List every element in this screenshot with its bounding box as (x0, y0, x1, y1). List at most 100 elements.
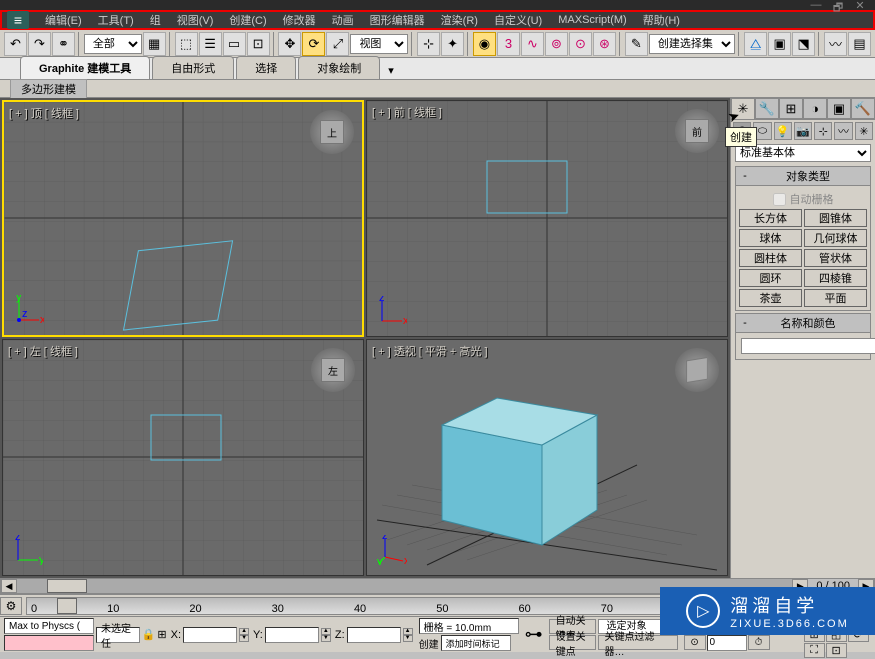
obj-cone-button[interactable]: 圆锥体 (804, 209, 867, 227)
menu-modifiers[interactable]: 修改器 (275, 12, 324, 28)
schematic-button[interactable]: ▤ (848, 32, 871, 56)
viewcube-front[interactable]: 前 (675, 109, 719, 153)
viewport-front-label[interactable]: [ + ] 前 [ 线框 ] (372, 104, 442, 120)
move-button[interactable]: ✥ (278, 32, 301, 56)
key-filter-button[interactable]: 关键点过滤器… (598, 635, 678, 650)
mirror-button[interactable]: ⧋ (744, 32, 767, 56)
ribbon-tab-paint[interactable]: 对象绘制 (298, 56, 380, 79)
snap-3-button[interactable]: ⊙ (569, 32, 592, 56)
abs-rel-icon[interactable]: ⊞ (157, 628, 166, 641)
cmd-tab-display[interactable]: ▣ (827, 98, 851, 119)
menu-animation[interactable]: 动画 (324, 12, 362, 28)
rollout-object-type-header[interactable]: -对象类型 (736, 167, 870, 186)
z-spin-down[interactable]: ▼ (403, 635, 413, 642)
menu-help[interactable]: 帮助(H) (635, 12, 688, 28)
viewcube-top[interactable]: 上 (310, 110, 354, 154)
menu-group[interactable]: 组 (142, 12, 169, 28)
menu-custom[interactable]: 自定义(U) (486, 12, 550, 28)
snap-toggle-button[interactable]: ◉ (473, 32, 496, 56)
rollout-name-color-header[interactable]: -名称和颜色 (736, 314, 870, 333)
subtab-spacewarps[interactable]: 〰 (834, 122, 852, 140)
add-time-marker[interactable]: 添加时间标记 (441, 635, 511, 651)
current-frame-input[interactable] (707, 635, 747, 651)
spinner-snap-button[interactable]: ⊚ (545, 32, 568, 56)
ribbon-subtab-polymodel[interactable]: 多边形建模 (10, 79, 87, 99)
cmd-tab-modify[interactable]: 🔧 (755, 98, 779, 119)
menu-tools[interactable]: 工具(T) (90, 12, 142, 28)
window-crossing-button[interactable]: ⊡ (247, 32, 270, 56)
menu-create[interactable]: 创建(C) (221, 12, 274, 28)
obj-plane-button[interactable]: 平面 (804, 289, 867, 307)
viewport-persp-label[interactable]: [ + ] 透视 [ 平滑 + 高光 ] (372, 343, 488, 359)
subtab-lights[interactable]: 💡 (774, 122, 792, 140)
y-spin-down[interactable]: ▼ (321, 635, 331, 642)
x-spin-up[interactable]: ▲ (239, 628, 249, 635)
viewport-top[interactable]: [ + ] 顶 [ 线框 ] 上 x y z (2, 100, 364, 337)
subtab-helpers[interactable]: ⊹ (814, 122, 832, 140)
app-icon[interactable]: ≡ (7, 11, 29, 29)
selection-filter-dropdown[interactable]: 全部 (84, 34, 142, 54)
obj-box-button[interactable]: 长方体 (739, 209, 802, 227)
rect-select-button[interactable]: ▭ (223, 32, 246, 56)
menu-edit[interactable]: 编辑(E) (37, 12, 90, 28)
set-key-button[interactable]: 设置关键点 (549, 635, 596, 650)
restore-button[interactable]: 🗗 (828, 0, 848, 11)
obj-tube-button[interactable]: 管状体 (804, 249, 867, 267)
obj-torus-button[interactable]: 圆环 (739, 269, 802, 287)
percent-snap-button[interactable]: ∿ (521, 32, 544, 56)
z-spin-up[interactable]: ▲ (403, 628, 413, 635)
cmd-tab-hierarchy[interactable]: ⊞ (779, 98, 803, 119)
curve-editor-button[interactable]: 〰 (824, 32, 847, 56)
minimize-button[interactable]: — (806, 0, 826, 11)
y-coord-input[interactable] (265, 627, 319, 643)
subtab-cameras[interactable]: 📷 (794, 122, 812, 140)
close-button[interactable]: ✕ (850, 0, 870, 11)
viewport-front[interactable]: [ + ] 前 [ 线框 ] 前 x z (366, 100, 728, 337)
y-spin-up[interactable]: ▲ (321, 628, 331, 635)
z-coord-input[interactable] (347, 627, 401, 643)
cmd-tab-utilities[interactable]: 🔨 (851, 98, 875, 119)
maximize-viewport-button[interactable]: ⛶ (804, 643, 825, 658)
align-button[interactable]: ▣ (768, 32, 791, 56)
filter-icon[interactable]: ▦ (143, 32, 166, 56)
viewport-perspective[interactable]: [ + ] 透视 [ 平滑 + 高光 ] x y z (366, 339, 728, 576)
obj-geosphere-button[interactable]: 几何球体 (804, 229, 867, 247)
time-config-button[interactable]: ⚙ (0, 597, 22, 615)
select-name-button[interactable]: ☰ (199, 32, 222, 56)
obj-pyramid-button[interactable]: 四棱锥 (804, 269, 867, 287)
scale-button[interactable]: ⤢ (326, 32, 349, 56)
lock-icon[interactable]: 🔒 (142, 628, 156, 641)
script-output[interactable] (4, 635, 94, 651)
obj-sphere-button[interactable]: 球体 (739, 229, 802, 247)
subtab-systems[interactable]: ✳ (855, 122, 873, 140)
angle-snap-button[interactable]: 3 (497, 32, 520, 56)
time-config-button-2[interactable]: ⏱ (748, 635, 770, 650)
object-name-input[interactable] (741, 338, 875, 354)
layer-button[interactable]: ⬔ (792, 32, 815, 56)
menu-maxscript[interactable]: MAXScript(M) (550, 14, 634, 26)
x-spin-down[interactable]: ▼ (239, 635, 249, 642)
key-mode-button[interactable]: ⊙ (684, 635, 706, 650)
menu-render[interactable]: 渲染(R) (433, 12, 486, 28)
select-button[interactable]: ⬚ (175, 32, 198, 56)
scroll-left-button[interactable]: ◀ (1, 579, 17, 593)
ribbon-tab-selection[interactable]: 选择 (236, 56, 296, 79)
zoom-region-button[interactable]: ⊡ (826, 643, 847, 658)
obj-teapot-button[interactable]: 茶壶 (739, 289, 802, 307)
viewport-top-label[interactable]: [ + ] 顶 [ 线框 ] (9, 105, 79, 121)
ribbon-tab-graphite[interactable]: Graphite 建模工具 (20, 56, 150, 79)
redo-button[interactable]: ↷ (28, 32, 51, 56)
ribbon-tab-freeform[interactable]: 自由形式 (152, 56, 234, 79)
pivot-button[interactable]: ⊹ (417, 32, 440, 56)
ref-coord-dropdown[interactable]: 视图 (350, 34, 408, 54)
x-coord-input[interactable] (183, 627, 237, 643)
key-icon[interactable]: ⊶ (525, 624, 543, 645)
viewport-left[interactable]: [ + ] 左 [ 线框 ] 左 y z (2, 339, 364, 576)
obj-cylinder-button[interactable]: 圆柱体 (739, 249, 802, 267)
menu-view[interactable]: 视图(V) (169, 12, 222, 28)
edit-named-selection-button[interactable]: ✎ (625, 32, 648, 56)
ribbon-mode-toggle[interactable]: ▾ (382, 62, 400, 79)
named-selection-dropdown[interactable]: 创建选择集 (649, 34, 735, 54)
rotate-button[interactable]: ⟳ (302, 32, 325, 56)
menu-graph-editor[interactable]: 图形编辑器 (362, 12, 433, 28)
